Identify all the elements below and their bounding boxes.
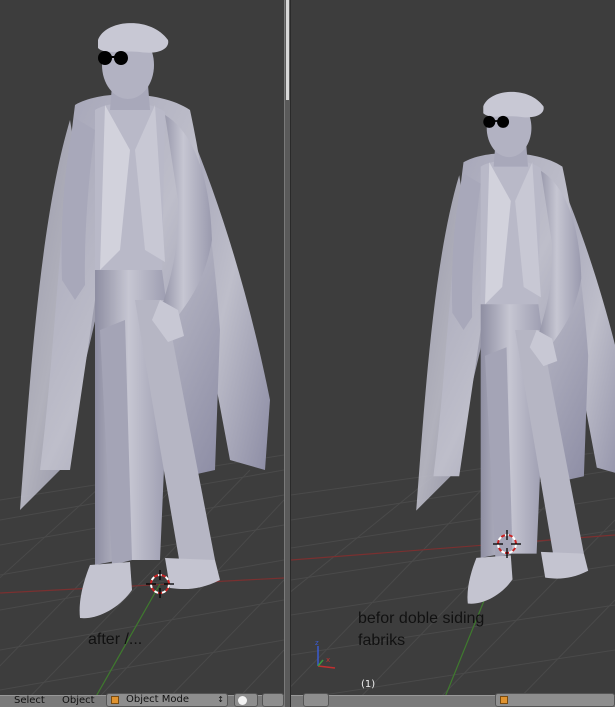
character-model-before[interactable] [291,0,615,707]
dropdown-arrows-icon: ↕ [217,695,224,704]
viewport-left[interactable]: after /... Select Object Object Mode ↕ [0,0,284,707]
view-menu-button[interactable] [303,693,329,707]
svg-text:x: x [326,656,330,664]
object-mode-dropdown[interactable]: Object Mode ↕ [106,693,228,707]
character-model-after[interactable] [0,0,284,707]
cube-icon [500,696,508,704]
sphere-icon [238,696,247,705]
caption-before-line2: fabriks [358,632,406,649]
select-menu[interactable]: Select [14,695,45,707]
viewport-shading-button[interactable] [234,693,258,707]
object-menu[interactable]: Object [62,695,95,707]
viewport-header-right [291,693,615,707]
pivot-button[interactable] [262,693,284,707]
viewport-header-left: Select Object Object Mode ↕ [0,693,284,707]
object-mode-dropdown[interactable] [495,693,615,707]
caption-after: after /... [88,631,143,648]
object-mode-label: Object Mode [126,694,189,705]
axis-gizmo-icon: z x [315,639,336,669]
svg-text:z: z [315,639,319,647]
viewport-divider[interactable] [284,0,291,707]
viewport-right[interactable]: befor doble siding fabriks z x (1) [291,0,615,707]
caption-before-line1: befor doble siding [358,610,485,627]
cube-icon [111,696,119,704]
frame-number: (1) [361,679,376,690]
scrollbar-handle[interactable] [286,0,289,100]
